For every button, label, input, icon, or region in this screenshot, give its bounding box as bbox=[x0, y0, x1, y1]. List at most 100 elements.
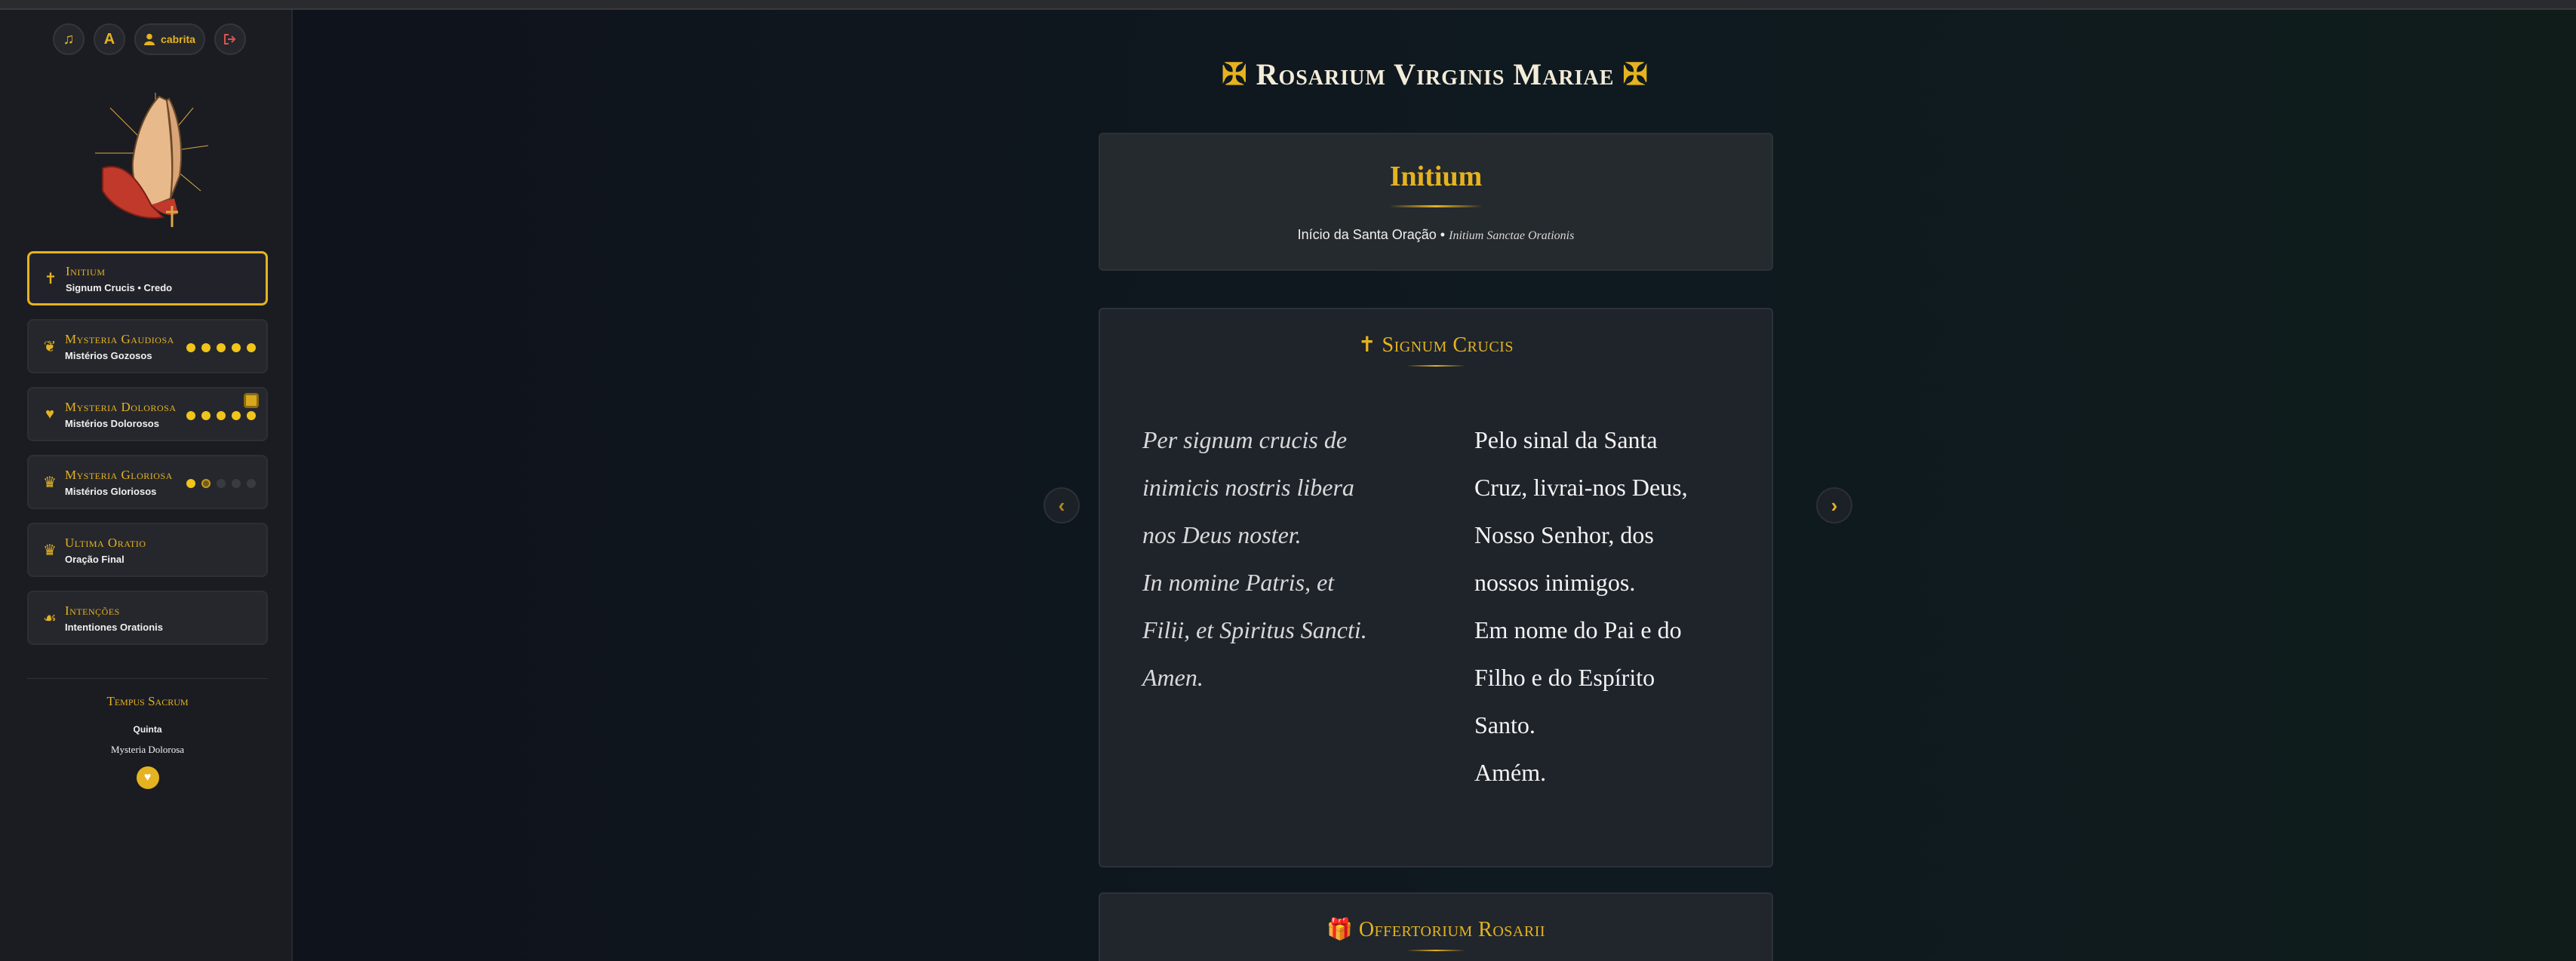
sidebar-item-mysteria-gloriosa[interactable]: ♛ Mysteria Gloriosa Mistérios Gloriosos bbox=[27, 455, 268, 509]
tempus-sacrum: Tempus Sacrum Quinta Mysteria Dolorosa ♥ bbox=[27, 694, 268, 789]
progress-dot bbox=[217, 343, 226, 352]
sidebar-item-subtitle: Oração Final bbox=[65, 553, 124, 565]
sidebar-item-title: Mysteria Gloriosa bbox=[65, 467, 173, 482]
sidebar-item-ultima-oratio[interactable]: ♛ Ultima Oratio Oração Final bbox=[27, 523, 268, 577]
prayer-line: Em nome do Pai e do bbox=[1474, 616, 1682, 643]
sidebar-item-title: Ultima Oratio bbox=[65, 535, 146, 550]
progress-dot bbox=[217, 411, 226, 420]
top-controls: ♫ A cabrita bbox=[53, 23, 246, 55]
prayer-columns: Per signum crucis de inimicis nostris li… bbox=[1142, 416, 1746, 797]
main-content: ✠ Rosarium Virginis Mariae ✠ Initium Iní… bbox=[294, 10, 2576, 961]
progress-dot bbox=[186, 343, 195, 352]
progress-dot bbox=[247, 479, 256, 488]
previous-button[interactable]: ‹ bbox=[1044, 487, 1080, 523]
section-title-text: Signum Crucis bbox=[1382, 333, 1514, 357]
heart-button[interactable]: ♥ bbox=[136, 766, 159, 789]
progress-dot bbox=[232, 479, 241, 488]
progress-dot bbox=[232, 411, 241, 420]
page-title-text: Rosarium Virginis Mariae bbox=[1256, 57, 1615, 91]
tempus-title: Tempus Sacrum bbox=[106, 694, 189, 708]
sidebar-item-subtitle: Intentiones Orationis bbox=[65, 621, 164, 633]
signum-crucis-card: ✝ Signum Crucis Per signum crucis de ini… bbox=[1099, 308, 1773, 867]
heart-icon: ♥ bbox=[143, 771, 152, 784]
progress-dots bbox=[186, 411, 256, 420]
sidebar-item-subtitle: Mistérios Gloriosos bbox=[65, 485, 157, 497]
crown-icon: ♛ bbox=[43, 542, 57, 559]
sidebar-item-initium[interactable]: ✝ Initium Signum Crucis • Credo bbox=[27, 251, 268, 305]
sidebar-divider bbox=[27, 678, 268, 679]
sidebar-item-title: Mysteria Dolorosa bbox=[65, 399, 177, 414]
prayer-line: nossos inimigos. bbox=[1474, 569, 1636, 596]
sidebar-item-subtitle: Mistérios Dolorosos bbox=[65, 417, 159, 429]
sidebar-item-mysteria-dolorosa[interactable]: ♥ Mysteria Dolorosa Mistérios Dolorosos bbox=[27, 387, 268, 441]
gift-icon: 🎁 bbox=[1326, 918, 1354, 941]
next-button[interactable]: › bbox=[1816, 487, 1852, 523]
initium-title: Initium bbox=[1389, 161, 1483, 192]
chevron-left-icon: ‹ bbox=[1058, 493, 1065, 517]
initium-card: Initium Início da Santa Oração • Initium… bbox=[1099, 133, 1773, 271]
user-icon bbox=[144, 33, 155, 45]
progress-dot bbox=[247, 411, 256, 420]
sidebar-item-intencoes[interactable]: ☙ Intenções Intentiones Orationis bbox=[27, 591, 268, 645]
prayer-line: Cruz, livrai-nos Deus, bbox=[1474, 474, 1688, 501]
tempus-day: Quinta bbox=[133, 724, 162, 735]
dove-icon: ❦ bbox=[43, 338, 57, 355]
prayer-latin: Per signum crucis de inimicis nostris li… bbox=[1142, 416, 1474, 797]
prayer-line: Per signum crucis de bbox=[1142, 426, 1348, 453]
heart-icon: ♥ bbox=[45, 405, 54, 422]
prayer-line: Santo. bbox=[1474, 711, 1535, 738]
prayer-line: In nomine Patris, et bbox=[1142, 569, 1335, 596]
progress-dot bbox=[232, 343, 241, 352]
progress-dot bbox=[186, 479, 195, 488]
sidebar-item-mysteria-gaudiosa[interactable]: ❦ Mysteria Gaudiosa Mistérios Gozosos bbox=[27, 319, 268, 373]
cross-icon: ✝ bbox=[1358, 333, 1377, 357]
font-size-button[interactable]: A bbox=[94, 23, 125, 55]
maltese-cross-icon: ✠ bbox=[1222, 57, 1248, 91]
browser-top-bar bbox=[0, 0, 2576, 10]
title-underline bbox=[1406, 950, 1465, 951]
prayer-line: Nosso Senhor, dos bbox=[1474, 521, 1654, 548]
music-button[interactable]: ♫ bbox=[53, 23, 85, 55]
music-note-icon: ♫ bbox=[63, 30, 75, 48]
praying-hands-icon: ☙ bbox=[43, 609, 57, 627]
progress-dot bbox=[247, 343, 256, 352]
section-title: 🎁 Offertorium Rosarii bbox=[1100, 916, 1772, 942]
prayer-portuguese: Pelo sinal da Santa Cruz, livrai-nos Deu… bbox=[1474, 416, 1738, 797]
initium-subtitle-latin: Initium Sanctae Orationis bbox=[1449, 229, 1575, 242]
sidebar-nav: ✝ Initium Signum Crucis • Credo ❦ Myster… bbox=[27, 251, 268, 659]
crown-icon: ♛ bbox=[43, 474, 57, 491]
title-underline bbox=[1389, 205, 1483, 207]
chevron-right-icon: › bbox=[1831, 493, 1838, 517]
cross-icon: ✝ bbox=[44, 270, 57, 287]
prayer-line: Filho e do Espírito bbox=[1474, 664, 1655, 691]
progress-dot bbox=[201, 479, 211, 488]
prayer-line: inimicis nostris libera bbox=[1142, 474, 1354, 501]
page-title: ✠ Rosarium Virginis Mariae ✠ bbox=[294, 57, 2576, 92]
prayer-line: Pelo sinal da Santa bbox=[1474, 426, 1658, 453]
title-underline bbox=[1406, 365, 1465, 367]
prayer-line: Amen. bbox=[1142, 664, 1203, 691]
progress-dot bbox=[201, 343, 211, 352]
offertorium-card: 🎁 Offertorium Rosarii bbox=[1099, 892, 1773, 961]
sidebar-item-title: Intenções bbox=[65, 603, 120, 618]
font-size-label: A bbox=[103, 30, 115, 48]
progress-dot bbox=[201, 411, 211, 420]
user-name: cabrita bbox=[161, 33, 195, 45]
sidebar-item-subtitle: Signum Crucis • Credo bbox=[66, 281, 173, 293]
progress-dots bbox=[186, 479, 256, 488]
logout-button[interactable] bbox=[214, 23, 246, 55]
prayer-line: Filii, et Spiritus Sancti. bbox=[1142, 616, 1367, 643]
sidebar-item-subtitle: Mistérios Gozosos bbox=[65, 349, 152, 361]
initium-subtitle: Início da Santa Oração • Initium Sanctae… bbox=[1100, 227, 1772, 243]
sidebar-item-title: Initium bbox=[66, 263, 106, 278]
prayer-line: nos Deus noster. bbox=[1142, 521, 1302, 548]
section-title: ✝ Signum Crucis bbox=[1100, 332, 1772, 358]
user-button[interactable]: cabrita bbox=[134, 23, 205, 55]
progress-dot bbox=[217, 479, 226, 488]
progress-dot bbox=[186, 411, 195, 420]
sidebar: ♫ A cabrita ✝ Initium Signum Crucis • Cr… bbox=[0, 10, 293, 961]
sidebar-item-title: Mysteria Gaudiosa bbox=[65, 331, 174, 346]
tempus-mystery: Mysteria Dolorosa bbox=[110, 744, 185, 755]
current-day-badge bbox=[244, 393, 259, 408]
maltese-cross-icon: ✠ bbox=[1622, 57, 1649, 91]
